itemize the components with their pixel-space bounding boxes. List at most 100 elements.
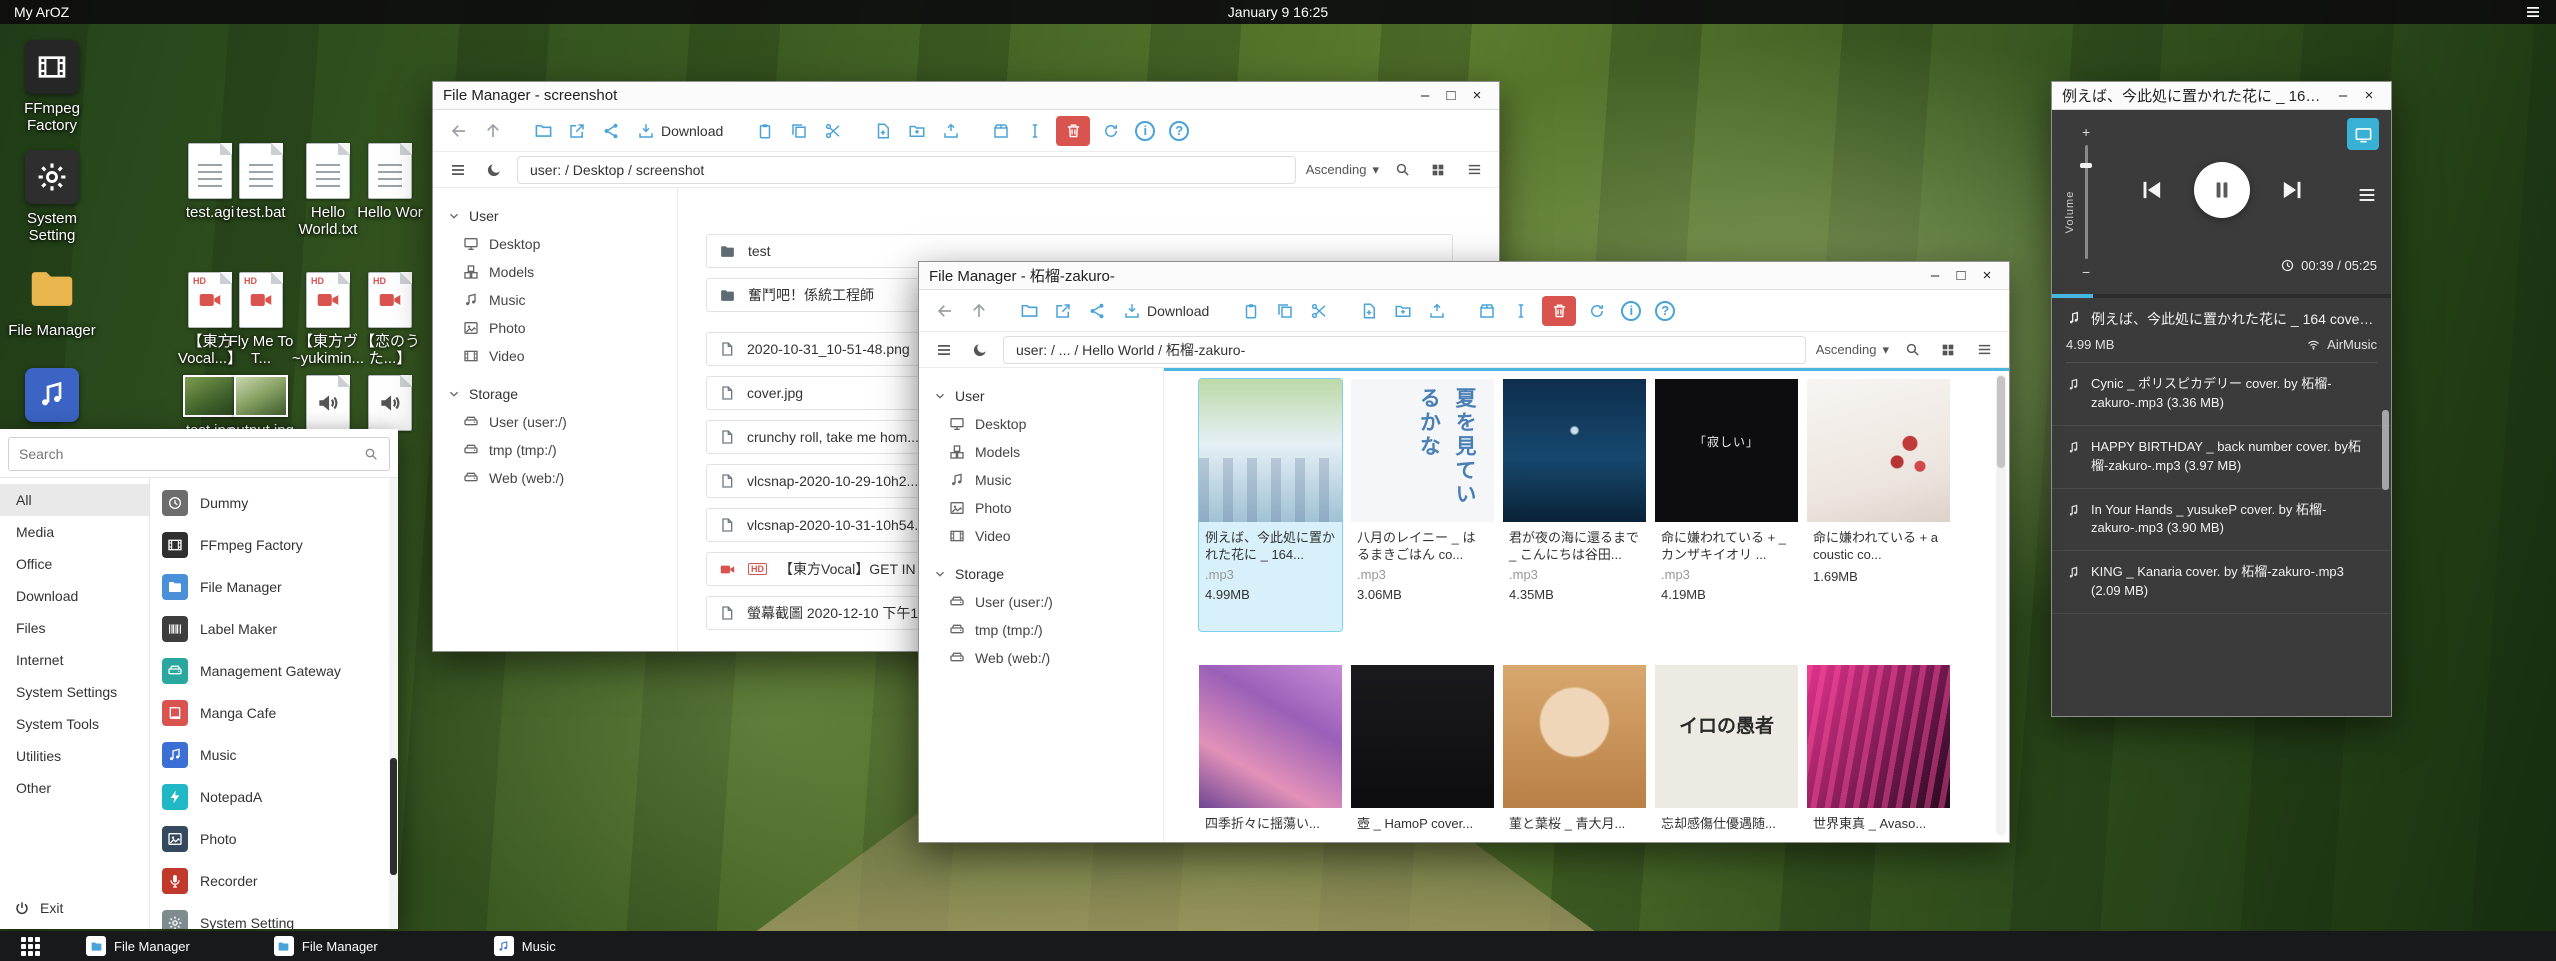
desktop-icon-system-setting[interactable]: System Setting — [4, 150, 100, 245]
sidebar-item-models[interactable]: Models — [919, 438, 1163, 466]
start-app-music[interactable]: Music — [150, 734, 398, 776]
category-files[interactable]: Files — [0, 612, 149, 644]
sidebar-item-music[interactable]: Music — [433, 286, 677, 314]
breadcrumb[interactable]: user: / Desktop / screenshot — [517, 156, 1296, 184]
sidebar-item-photo[interactable]: Photo — [433, 314, 677, 342]
start-app-system-setting[interactable]: System Setting — [150, 902, 398, 929]
previous-track-button[interactable] — [2138, 176, 2166, 204]
start-app-management-gateway[interactable]: Management Gateway — [150, 650, 398, 692]
playlist-item[interactable]: HAPPY BIRTHDAY _ back number cover. by柘榴… — [2052, 426, 2391, 489]
back-button[interactable] — [929, 295, 961, 327]
playlist-item[interactable]: KING _ Kanaria cover. by 柘榴-zakuro-.mp3 … — [2052, 551, 2391, 614]
minimize-button[interactable]: – — [2331, 87, 2355, 104]
copy-button[interactable] — [1269, 295, 1301, 327]
desktop-icon-file-manager[interactable]: File Manager — [4, 262, 100, 339]
rename-button[interactable] — [1019, 115, 1051, 147]
sidebar-section-user[interactable]: User — [919, 382, 1163, 410]
start-button[interactable] — [18, 934, 42, 958]
new-file-button[interactable] — [867, 115, 899, 147]
dark-mode-icon[interactable] — [481, 157, 507, 183]
desktop-file-audio[interactable] — [348, 375, 432, 436]
window-titlebar[interactable]: 例えば、今此処に置かれた花に _ 164 c... – × — [2052, 82, 2391, 110]
category-utilities[interactable]: Utilities — [0, 740, 149, 772]
new-folder-button[interactable] — [1387, 295, 1419, 327]
search-icon[interactable] — [363, 446, 379, 462]
cut-button[interactable] — [1303, 295, 1335, 327]
category-office[interactable]: Office — [0, 548, 149, 580]
delete-button[interactable] — [1542, 296, 1576, 326]
sidebar-item-photo[interactable]: Photo — [919, 494, 1163, 522]
volume-slider[interactable]: + − — [2082, 124, 2090, 280]
exit-button[interactable]: Exit — [0, 891, 149, 925]
sidebar-toggle-icon[interactable] — [931, 337, 957, 363]
start-app-file-manager[interactable]: File Manager — [150, 566, 398, 608]
category-system-settings[interactable]: System Settings — [0, 676, 149, 708]
delete-button[interactable] — [1056, 116, 1090, 146]
maximize-button[interactable]: □ — [1439, 87, 1463, 104]
sidebar-toggle-icon[interactable] — [445, 157, 471, 183]
start-app-dummy[interactable]: Dummy — [150, 482, 398, 524]
airmusic-toggle[interactable]: AirMusic — [2306, 337, 2377, 352]
refresh-button[interactable] — [1095, 115, 1127, 147]
file-tile[interactable]: 例えば、今此処に置かれた花に _ 164... .mp3 4.99MB — [1199, 379, 1342, 631]
file-tile[interactable]: 「寂しい」 命に嫌われている + _ カンザキイオリ ... .mp3 4.19… — [1655, 379, 1798, 631]
properties-button[interactable]: i — [1621, 301, 1641, 321]
share-button[interactable] — [595, 115, 627, 147]
search-icon[interactable] — [1899, 337, 1925, 363]
open-button[interactable] — [1013, 295, 1045, 327]
minimize-button[interactable]: – — [1413, 87, 1437, 104]
playlist-scrollbar[interactable] — [2382, 410, 2389, 490]
desktop-file[interactable]: Hello Wor — [348, 143, 432, 221]
sidebar-item-desktop[interactable]: Desktop — [919, 410, 1163, 438]
copy-button[interactable] — [783, 115, 815, 147]
scrollbar-thumb[interactable] — [1997, 376, 2005, 468]
sidebar-section-storage[interactable]: Storage — [919, 560, 1163, 588]
category-all[interactable]: All — [0, 484, 149, 516]
help-button[interactable]: ? — [1655, 301, 1675, 321]
list-view-icon[interactable] — [1461, 157, 1487, 183]
desktop-icon-ffmpeg-factory[interactable]: FFmpeg Factory — [4, 40, 100, 135]
category-download[interactable]: Download — [0, 580, 149, 612]
file-tile[interactable]: イロの愚者 忘却感傷仕優遇随... — [1655, 665, 1798, 842]
file-tile[interactable]: 四季折々に揺蕩い... — [1199, 665, 1342, 842]
sidebar-item-music[interactable]: Music — [919, 466, 1163, 494]
grid-view-icon[interactable] — [1425, 157, 1451, 183]
window-titlebar[interactable]: File Manager - screenshot – □ × — [433, 82, 1499, 110]
cut-button[interactable] — [817, 115, 849, 147]
topbar-brand[interactable]: My ArOZ — [14, 4, 69, 20]
sidebar-item-web-drive[interactable]: Web (web:/) — [433, 464, 677, 492]
playlist-item[interactable]: In Your Hands _ yusukeP cover. by 柘榴-zak… — [2052, 489, 2391, 552]
breadcrumb[interactable]: user: / ... / Hello World / 柘榴-zakuro- — [1003, 336, 1806, 364]
new-folder-button[interactable] — [901, 115, 933, 147]
close-button[interactable]: × — [2357, 87, 2381, 104]
scrollbar-thumb[interactable] — [390, 758, 397, 875]
grid-view-icon[interactable] — [1935, 337, 1961, 363]
sidebar-item-user-drive[interactable]: User (user:/) — [433, 408, 677, 436]
file-tile[interactable]: 菫と葉桜 _ 青大月... — [1503, 665, 1646, 842]
volume-up-button[interactable]: + — [2082, 124, 2090, 140]
open-button[interactable] — [527, 115, 559, 147]
taskbar-item-file-manager[interactable]: File Manager — [76, 931, 200, 961]
pause-button[interactable] — [2194, 162, 2250, 218]
sidebar-item-web-drive[interactable]: Web (web:/) — [919, 644, 1163, 672]
search-icon[interactable] — [1389, 157, 1415, 183]
back-button[interactable] — [443, 115, 475, 147]
file-tile[interactable]: 夏を見ているかな 八月のレイニー _ はるまきごはん co... .mp3 3.… — [1351, 379, 1494, 631]
new-file-button[interactable] — [1353, 295, 1385, 327]
close-button[interactable]: × — [1465, 87, 1489, 104]
taskbar-item-music[interactable]: Music — [484, 931, 566, 961]
player-menu-icon[interactable] — [2356, 184, 2378, 206]
sidebar-item-tmp-drive[interactable]: tmp (tmp:/) — [919, 616, 1163, 644]
sidebar-item-user-drive[interactable]: User (user:/) — [919, 588, 1163, 616]
topbar-menu-icon[interactable] — [2524, 3, 2542, 21]
upload-button[interactable] — [1421, 295, 1453, 327]
sort-dropdown[interactable]: Ascending▾ — [1306, 162, 1379, 178]
desktop-file-video[interactable]: HD 【恋のうた...】 — [348, 272, 432, 368]
archive-button[interactable] — [1471, 295, 1503, 327]
close-button[interactable]: × — [1975, 267, 1999, 284]
sidebar-item-tmp-drive[interactable]: tmp (tmp:/) — [433, 436, 677, 464]
minimize-button[interactable]: – — [1923, 267, 1947, 284]
upload-button[interactable] — [935, 115, 967, 147]
grid-scrollbar[interactable] — [1996, 374, 2006, 836]
search-input[interactable] — [19, 446, 355, 462]
